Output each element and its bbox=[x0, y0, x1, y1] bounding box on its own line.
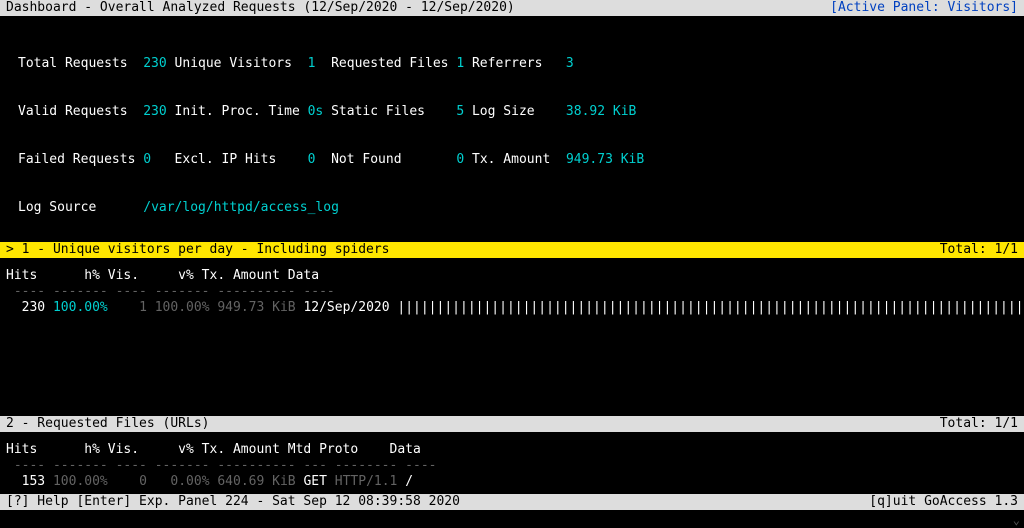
value-init-proc-time: 0s bbox=[308, 104, 324, 120]
panel-2-row: 153 100.00% 0 0.00% 640.69 KiB GET HTTP/… bbox=[0, 474, 1024, 490]
label-log-source: Log Source bbox=[18, 200, 96, 216]
label-tx-amount: Tx. Amount bbox=[472, 152, 550, 168]
status-left[interactable]: [?] Help [Enter] Exp. Panel 224 - Sat Se… bbox=[6, 494, 460, 510]
p1-hits: 230 bbox=[6, 300, 45, 316]
panel-1-columns: Hits h% Vis. v% Tx. Amount Data bbox=[0, 268, 1024, 284]
value-not-found: 0 bbox=[456, 152, 464, 168]
panel-2-total: Total: 1/1 bbox=[940, 416, 1018, 432]
p1-tx: 949.73 KiB bbox=[210, 300, 296, 316]
label-requested-files: Requested Files bbox=[331, 56, 448, 72]
stats-row-3: Failed Requests 0 Excl. IP Hits 0 Not Fo… bbox=[18, 152, 1024, 168]
p1-date: 12/Sep/2020 bbox=[296, 300, 398, 316]
p1-bar-chart: ||||||||||||||||||||||||||||||||||||||||… bbox=[397, 300, 1024, 316]
label-referrers: Referrers bbox=[472, 56, 542, 72]
p2-tx: 640.69 KiB bbox=[210, 474, 296, 490]
value-log-source: /var/log/httpd/access_log bbox=[143, 200, 339, 216]
status-bar: [?] Help [Enter] Exp. Panel 224 - Sat Se… bbox=[0, 494, 1024, 510]
label-unique-visitors: Unique Visitors bbox=[175, 56, 292, 72]
stats-row-1: Total Requests 230 Unique Visitors 1 Req… bbox=[18, 56, 1024, 72]
p2-hits: 153 bbox=[6, 474, 45, 490]
label-failed-requests: Failed Requests bbox=[18, 152, 135, 168]
p1-vis: 1 bbox=[108, 300, 147, 316]
value-failed-requests: 0 bbox=[143, 152, 151, 168]
value-excl-ip-hits: 0 bbox=[308, 152, 316, 168]
p2-method: GET bbox=[296, 474, 327, 490]
panel-2-header[interactable]: 2 - Requested Files (URLs) Total: 1/1 bbox=[0, 416, 1024, 432]
panel-2-title: 2 - Requested Files (URLs) bbox=[6, 416, 210, 432]
overall-stats: Total Requests 230 Unique Visitors 1 Req… bbox=[0, 24, 1024, 232]
panel-2-separator: ---- ------- ---- ------- ---------- ---… bbox=[0, 458, 1024, 474]
panel-1-title: > 1 - Unique visitors per day - Includin… bbox=[6, 242, 390, 258]
p2-vis-pct: 0.00% bbox=[147, 474, 210, 490]
value-log-size: 38.92 KiB bbox=[566, 104, 636, 120]
p2-hit-pct: 100.00% bbox=[45, 474, 108, 490]
value-requested-files: 1 bbox=[456, 56, 464, 72]
label-static-files: Static Files bbox=[331, 104, 425, 120]
dashboard-header: Dashboard - Overall Analyzed Requests (1… bbox=[0, 0, 1024, 16]
dashboard-title: Dashboard - Overall Analyzed Requests (1… bbox=[6, 0, 515, 16]
panel-1-total: Total: 1/1 bbox=[940, 242, 1018, 258]
value-total-requests: 230 bbox=[143, 56, 166, 72]
label-total-requests: Total Requests bbox=[18, 56, 128, 72]
value-static-files: 5 bbox=[456, 104, 464, 120]
panel-1-separator: ---- ------- ---- ------- ---------- ---… bbox=[0, 284, 1024, 300]
panel-1-row: 230 100.00% 1 100.00% 949.73 KiB 12/Sep/… bbox=[0, 300, 1024, 316]
p2-proto: HTTP/1.1 bbox=[327, 474, 397, 490]
status-right[interactable]: [q]uit GoAccess 1.3 bbox=[869, 494, 1018, 510]
label-init-proc-time: Init. Proc. Time bbox=[175, 104, 300, 120]
label-not-found: Not Found bbox=[331, 152, 401, 168]
value-unique-visitors: 1 bbox=[308, 56, 316, 72]
stats-row-2: Valid Requests 230 Init. Proc. Time 0s S… bbox=[18, 104, 1024, 120]
value-referrers: 3 bbox=[566, 56, 574, 72]
active-panel-indicator: [Active Panel: Visitors] bbox=[830, 0, 1018, 16]
chevron-down-icon[interactable]: ⌄ bbox=[1013, 512, 1020, 528]
value-tx-amount: 949.73 KiB bbox=[566, 152, 644, 168]
p2-vis: 0 bbox=[108, 474, 147, 490]
label-log-size: Log Size bbox=[472, 104, 535, 120]
p1-hit-pct: 100.00% bbox=[45, 300, 108, 316]
value-valid-requests: 230 bbox=[143, 104, 166, 120]
stats-row-4: Log Source /var/log/httpd/access_log bbox=[18, 200, 1024, 216]
panel-1-header[interactable]: > 1 - Unique visitors per day - Includin… bbox=[0, 242, 1024, 258]
label-excl-ip-hits: Excl. IP Hits bbox=[175, 152, 277, 168]
p2-data: / bbox=[397, 474, 413, 490]
p1-vis-pct: 100.00% bbox=[147, 300, 210, 316]
label-valid-requests: Valid Requests bbox=[18, 104, 128, 120]
panel-2-columns: Hits h% Vis. v% Tx. Amount Mtd Proto Dat… bbox=[0, 442, 1024, 458]
